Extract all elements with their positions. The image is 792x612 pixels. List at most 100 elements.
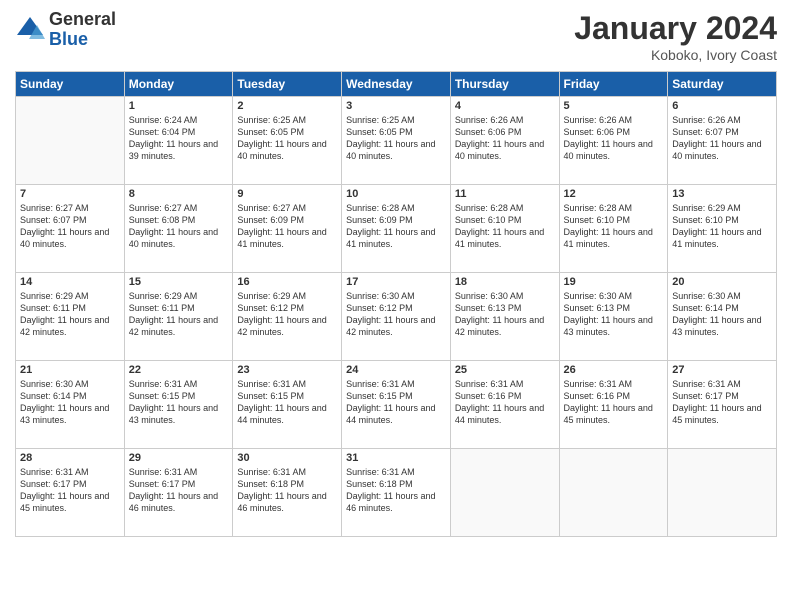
calendar-cell: 15 Sunrise: 6:29 AMSunset: 6:11 PMDayligh… (124, 273, 233, 361)
calendar-cell: 4Sunrise: 6:26 AMSunset: 6:06 PMDaylight… (450, 97, 559, 185)
cell-info: Sunrise: 6:29 AMSunset: 6:12 PMDaylight:… (237, 290, 337, 339)
day-number: 17 (346, 276, 446, 288)
calendar-cell: 20 Sunrise: 6:30 AMSunset: 6:14 PMDayligh… (668, 273, 777, 361)
day-number: 2 (237, 100, 337, 112)
day-number: 1 (129, 100, 229, 112)
calendar-cell: 14 Sunrise: 6:29 AMSunset: 6:11 PMDayligh… (16, 273, 125, 361)
logo-general-text: General (49, 10, 116, 30)
week-row-4: 28 Sunrise: 6:31 AMSunset: 6:17 PMDayligh… (16, 449, 777, 537)
day-number: 25 (455, 364, 555, 376)
cell-info: Sunrise: 6:30 AMSunset: 6:14 PMDaylight:… (672, 290, 772, 339)
calendar-cell: 23 Sunrise: 6:31 AMSunset: 6:15 PMDayligh… (233, 361, 342, 449)
day-number: 15 (129, 276, 229, 288)
week-row-2: 14 Sunrise: 6:29 AMSunset: 6:11 PMDayligh… (16, 273, 777, 361)
calendar-cell: 29 Sunrise: 6:31 AMSunset: 6:17 PMDayligh… (124, 449, 233, 537)
logo-blue-text: Blue (49, 30, 116, 50)
calendar-cell (668, 449, 777, 537)
cell-info: Sunrise: 6:27 AMSunset: 6:07 PMDaylight:… (20, 202, 120, 251)
cell-info: Sunrise: 6:30 AMSunset: 6:12 PMDaylight:… (346, 290, 446, 339)
day-number: 11 (455, 188, 555, 200)
calendar-cell: 7 Sunrise: 6:27 AMSunset: 6:07 PMDaylight… (16, 185, 125, 273)
cell-info: Sunrise: 6:28 AMSunset: 6:09 PMDaylight:… (346, 202, 446, 251)
cell-info: Sunrise: 6:31 AMSunset: 6:16 PMDaylight:… (455, 378, 555, 427)
cell-info: Sunrise: 6:31 AMSunset: 6:16 PMDaylight:… (564, 378, 664, 427)
col-header-saturday: Saturday (668, 72, 777, 97)
day-number: 7 (20, 188, 120, 200)
day-number: 19 (564, 276, 664, 288)
day-number: 6 (672, 100, 772, 112)
day-number: 10 (346, 188, 446, 200)
cell-info: Sunrise: 6:26 AMSunset: 6:06 PMDaylight:… (455, 114, 555, 163)
day-number: 21 (20, 364, 120, 376)
cell-info: Sunrise: 6:26 AMSunset: 6:07 PMDaylight:… (672, 114, 772, 163)
cell-info: Sunrise: 6:25 AMSunset: 6:05 PMDaylight:… (237, 114, 337, 163)
cell-info: Sunrise: 6:31 AMSunset: 6:18 PMDaylight:… (237, 466, 337, 515)
col-header-friday: Friday (559, 72, 668, 97)
cell-info: Sunrise: 6:26 AMSunset: 6:06 PMDaylight:… (564, 114, 664, 163)
week-row-0: 1 Sunrise: 6:24 AMSunset: 6:04 PMDaylight… (16, 97, 777, 185)
day-number: 13 (672, 188, 772, 200)
cell-info: Sunrise: 6:30 AMSunset: 6:13 PMDaylight:… (455, 290, 555, 339)
cell-info: Sunrise: 6:24 AMSunset: 6:04 PMDaylight:… (129, 114, 229, 163)
cell-info: Sunrise: 6:31 AMSunset: 6:18 PMDaylight:… (346, 466, 446, 515)
day-number: 3 (346, 100, 446, 112)
cell-info: Sunrise: 6:31 AMSunset: 6:15 PMDaylight:… (129, 378, 229, 427)
day-number: 18 (455, 276, 555, 288)
calendar-cell: 10 Sunrise: 6:28 AMSunset: 6:09 PMDayligh… (342, 185, 451, 273)
month-title: January 2024 (574, 10, 777, 47)
calendar-cell: 22 Sunrise: 6:31 AMSunset: 6:15 PMDayligh… (124, 361, 233, 449)
day-number: 9 (237, 188, 337, 200)
calendar-cell: 24 Sunrise: 6:31 AMSunset: 6:15 PMDayligh… (342, 361, 451, 449)
week-row-1: 7 Sunrise: 6:27 AMSunset: 6:07 PMDaylight… (16, 185, 777, 273)
calendar-cell: 19 Sunrise: 6:30 AMSunset: 6:13 PMDayligh… (559, 273, 668, 361)
calendar-cell: 26 Sunrise: 6:31 AMSunset: 6:16 PMDayligh… (559, 361, 668, 449)
cell-info: Sunrise: 6:31 AMSunset: 6:15 PMDaylight:… (346, 378, 446, 427)
day-number: 22 (129, 364, 229, 376)
calendar-cell: 12Sunrise: 6:28 AMSunset: 6:10 PMDayligh… (559, 185, 668, 273)
cell-info: Sunrise: 6:29 AMSunset: 6:11 PMDaylight:… (20, 290, 120, 339)
calendar-cell: 9Sunrise: 6:27 AMSunset: 6:09 PMDaylight… (233, 185, 342, 273)
calendar-cell: 11 Sunrise: 6:28 AMSunset: 6:10 PMDayligh… (450, 185, 559, 273)
title-block: January 2024 Koboko, Ivory Coast (574, 10, 777, 63)
cell-info: Sunrise: 6:29 AMSunset: 6:10 PMDaylight:… (672, 202, 772, 251)
day-number: 20 (672, 276, 772, 288)
calendar-cell: 28Sunrise: 6:31 AMSunset: 6:17 PMDayligh… (16, 449, 125, 537)
day-number: 29 (129, 452, 229, 464)
day-number: 14 (20, 276, 120, 288)
day-number: 30 (237, 452, 337, 464)
calendar-table: SundayMondayTuesdayWednesdayThursdayFrid… (15, 71, 777, 537)
calendar-cell: 6 Sunrise: 6:26 AMSunset: 6:07 PMDaylight… (668, 97, 777, 185)
page-container: General Blue January 2024 Koboko, Ivory … (0, 0, 792, 612)
logo: General Blue (15, 10, 116, 50)
calendar-cell: 18 Sunrise: 6:30 AMSunset: 6:13 PMDayligh… (450, 273, 559, 361)
day-number: 23 (237, 364, 337, 376)
day-number: 12 (564, 188, 664, 200)
calendar-cell: 1 Sunrise: 6:24 AMSunset: 6:04 PMDaylight… (124, 97, 233, 185)
cell-info: Sunrise: 6:25 AMSunset: 6:05 PMDaylight:… (346, 114, 446, 163)
logo-text: General Blue (49, 10, 116, 50)
col-header-tuesday: Tuesday (233, 72, 342, 97)
calendar-cell: 21Sunrise: 6:30 AMSunset: 6:14 PMDayligh… (16, 361, 125, 449)
cell-info: Sunrise: 6:31 AMSunset: 6:17 PMDaylight:… (129, 466, 229, 515)
cell-info: Sunrise: 6:29 AMSunset: 6:11 PMDaylight:… (129, 290, 229, 339)
calendar-cell: 5Sunrise: 6:26 AMSunset: 6:06 PMDaylight… (559, 97, 668, 185)
day-number: 24 (346, 364, 446, 376)
cell-info: Sunrise: 6:31 AMSunset: 6:17 PMDaylight:… (672, 378, 772, 427)
cell-info: Sunrise: 6:28 AMSunset: 6:10 PMDaylight:… (455, 202, 555, 251)
cell-info: Sunrise: 6:27 AMSunset: 6:08 PMDaylight:… (129, 202, 229, 251)
calendar-cell: 25 Sunrise: 6:31 AMSunset: 6:16 PMDayligh… (450, 361, 559, 449)
logo-icon (15, 15, 45, 45)
calendar-cell: 31 Sunrise: 6:31 AMSunset: 6:18 PMDayligh… (342, 449, 451, 537)
day-number: 16 (237, 276, 337, 288)
day-number: 26 (564, 364, 664, 376)
col-header-sunday: Sunday (16, 72, 125, 97)
calendar-cell: 17 Sunrise: 6:30 AMSunset: 6:12 PMDayligh… (342, 273, 451, 361)
cell-info: Sunrise: 6:30 AMSunset: 6:13 PMDaylight:… (564, 290, 664, 339)
cell-info: Sunrise: 6:31 AMSunset: 6:15 PMDaylight:… (237, 378, 337, 427)
calendar-cell: 30 Sunrise: 6:31 AMSunset: 6:18 PMDayligh… (233, 449, 342, 537)
calendar-cell: 3 Sunrise: 6:25 AMSunset: 6:05 PMDaylight… (342, 97, 451, 185)
day-number: 28 (20, 452, 120, 464)
calendar-cell: 8Sunrise: 6:27 AMSunset: 6:08 PMDaylight… (124, 185, 233, 273)
calendar-cell: 27Sunrise: 6:31 AMSunset: 6:17 PMDayligh… (668, 361, 777, 449)
day-number: 31 (346, 452, 446, 464)
